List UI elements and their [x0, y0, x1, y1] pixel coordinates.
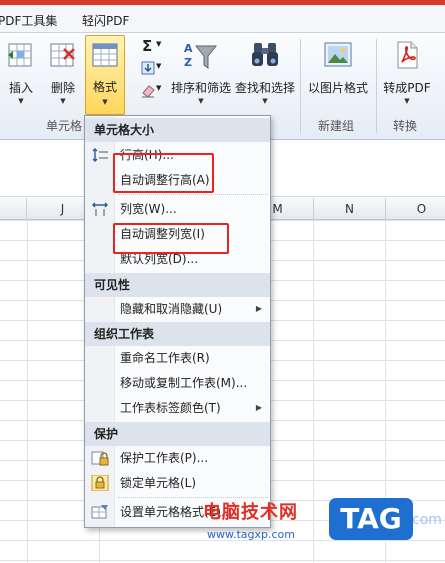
group-label-convert: 转换 — [393, 119, 418, 133]
chevron-down-icon: ▼ — [102, 98, 108, 106]
grid-line — [313, 220, 314, 563]
menu-item-label: 重命名工作表(R) — [120, 351, 210, 365]
group-separator — [376, 39, 377, 133]
watermark-tag-logo: TAG — [329, 498, 413, 540]
protect-sheet-icon — [91, 451, 109, 466]
chevron-down-icon: ▼ — [404, 97, 410, 105]
sigma-icon: Σ — [142, 37, 153, 55]
chevron-down-icon: ▼ — [156, 84, 162, 92]
format-cells-icon — [92, 43, 118, 67]
to-pdf-button[interactable]: 转成PDF ▼ — [380, 35, 434, 115]
ribbon-tab-row: PDF工具集 轻闪PDF — [0, 5, 445, 33]
column-header-o[interactable]: O — [386, 198, 445, 220]
submenu-arrow-icon: ▶ — [255, 403, 262, 412]
delete-button[interactable]: 删除 ▼ — [44, 35, 82, 115]
menu-item-label: 列宽(W)... — [120, 202, 177, 216]
submenu-arrow-icon: ▶ — [255, 304, 262, 313]
menu-item-label: 工作表标签颜色(T) — [120, 401, 221, 415]
menu-item-label: 隐藏和取消隐藏(U) — [120, 302, 223, 316]
as-picture-button[interactable]: 以图片格式 — [304, 35, 372, 115]
fill-button[interactable]: ▼ — [139, 61, 165, 77]
column-header[interactable] — [0, 198, 27, 220]
to-pdf-label: 转成PDF — [383, 81, 431, 95]
menu-section-visibility: 可见性 — [85, 273, 270, 297]
menu-item-column-width[interactable]: 列宽(W)... — [85, 198, 270, 220]
delete-label: 删除 — [50, 81, 75, 95]
row-height-icon — [92, 148, 108, 162]
chevron-down-icon: ▼ — [156, 62, 162, 70]
sort-filter-label: 排序和筛选 — [170, 81, 231, 95]
menu-item-label: 锁定单元格(L) — [120, 476, 197, 490]
binoculars-icon — [252, 43, 278, 66]
lock-icon — [91, 475, 109, 491]
group-label-new: 新建组 — [318, 119, 355, 133]
menu-item-label: 保护工作表(P)... — [120, 451, 209, 465]
format-label: 格式 — [92, 80, 117, 94]
menu-section-organize-sheets: 组织工作表 — [85, 322, 270, 346]
highlight-box-autofit-column — [113, 223, 229, 254]
column-header-n[interactable]: N — [314, 198, 386, 220]
svg-text:A: A — [184, 42, 193, 55]
menu-section-cell-size: 单元格大小 — [85, 118, 270, 142]
grid-line — [27, 220, 28, 563]
menu-item-rename-sheet[interactable]: 重命名工作表(R) — [85, 347, 270, 369]
format-button[interactable]: 格式 ▼ — [85, 35, 125, 115]
tab-light-pdf[interactable]: 轻闪PDF — [82, 12, 129, 29]
pdf-icon — [397, 41, 418, 69]
delete-cells-icon — [50, 43, 75, 67]
find-select-button[interactable]: 查找和选择 ▼ — [234, 35, 296, 115]
chevron-down-icon: ▼ — [262, 97, 268, 105]
group-separator — [300, 39, 301, 133]
group-label-cells: 单元格 — [46, 119, 83, 133]
menu-separator — [118, 194, 268, 195]
insert-cells-icon — [8, 43, 32, 67]
watermark-url: www.tagxp.com — [207, 528, 295, 541]
menu-item-tab-color[interactable]: 工作表标签颜色(T) ▶ — [85, 397, 270, 419]
menu-item-label: 移动或复制工作表(M)... — [120, 376, 248, 390]
picture-icon — [324, 42, 352, 67]
menu-item-protect-sheet[interactable]: 保护工作表(P)... — [85, 447, 270, 469]
menu-item-hide-unhide[interactable]: 隐藏和取消隐藏(U) ▶ — [85, 298, 270, 320]
chevron-down-icon: ▼ — [198, 97, 204, 105]
sort-filter-button[interactable]: A Z 排序和筛选 ▼ — [169, 35, 233, 115]
find-select-label: 查找和选择 — [234, 81, 295, 95]
tab-pdf-tools[interactable]: PDF工具集 — [0, 12, 57, 29]
svg-text:Z: Z — [184, 56, 192, 69]
chevron-down-icon: ▼ — [60, 97, 66, 105]
watermark-site-name: 电脑技术网 — [203, 502, 298, 523]
clear-button[interactable]: ▼ — [139, 83, 165, 99]
autosum-button[interactable]: Σ ▼ — [139, 37, 165, 55]
insert-label: 插入 — [8, 81, 33, 95]
format-cells-icon — [91, 505, 108, 519]
menu-item-lock-cell[interactable]: 锁定单元格(L) — [85, 472, 270, 494]
eraser-icon — [142, 85, 155, 98]
fill-down-icon — [141, 61, 155, 75]
column-width-icon — [92, 202, 108, 216]
chevron-down-icon: ▼ — [156, 40, 162, 48]
menu-section-protection: 保护 — [85, 422, 270, 446]
sort-filter-icon: A Z — [184, 42, 218, 69]
chevron-down-icon: ▼ — [18, 97, 24, 105]
menu-item-move-copy-sheet[interactable]: 移动或复制工作表(M)... — [85, 372, 270, 394]
highlight-box-autofit-row — [113, 153, 214, 193]
insert-button[interactable]: 插入 ▼ — [2, 35, 40, 115]
as-picture-label: 以图片格式 — [307, 81, 368, 95]
